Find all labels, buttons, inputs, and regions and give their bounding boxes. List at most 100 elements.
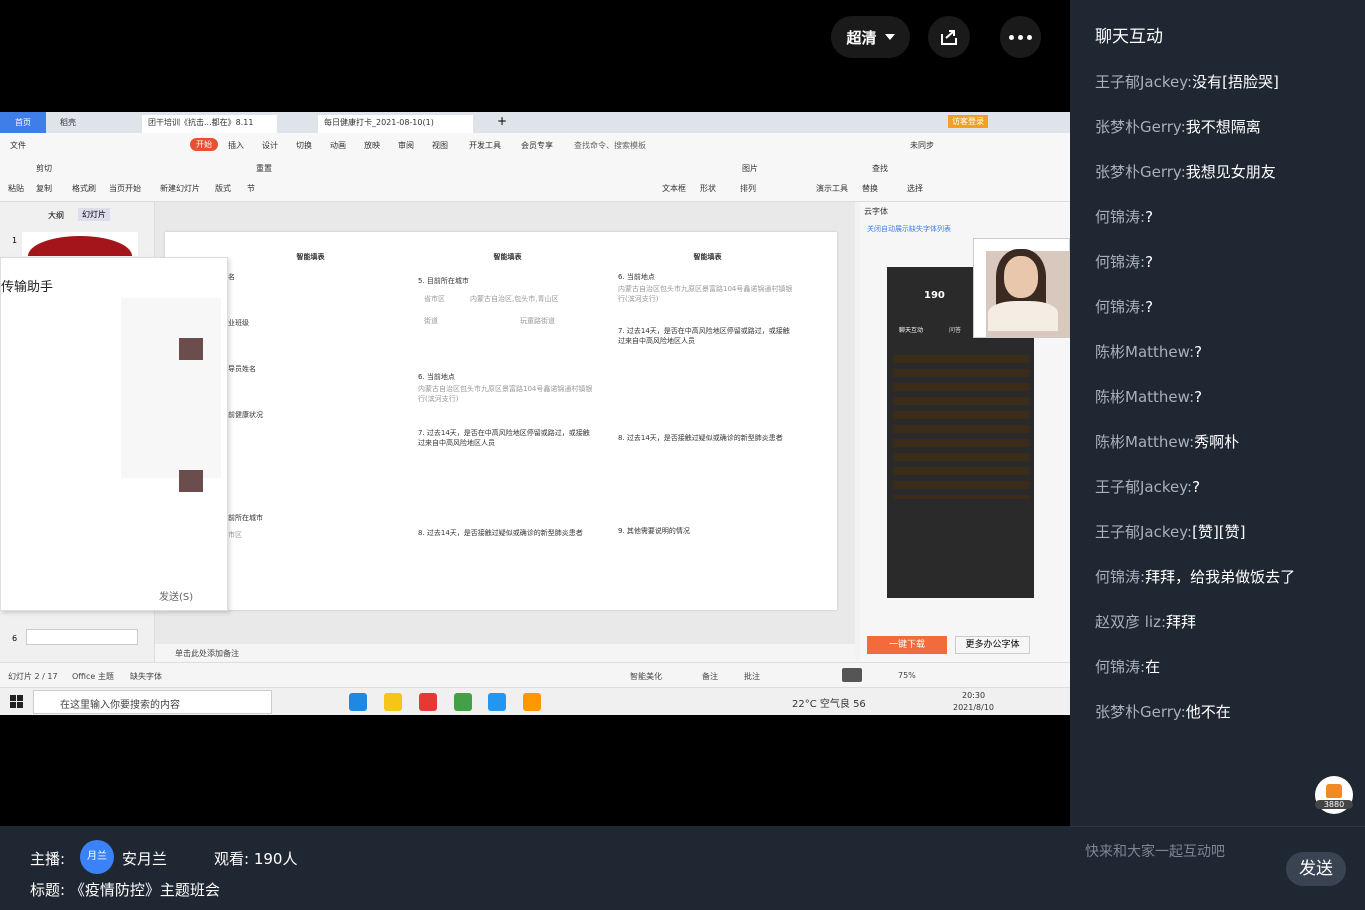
chat-username[interactable]: 何锦涛: xyxy=(1095,298,1145,316)
tool-new-slide[interactable]: 新建幻灯片 xyxy=(160,183,200,194)
tab-slides[interactable]: 幻灯片 xyxy=(78,208,110,221)
slide-content[interactable]: 智能填表 姓名 专业班级 辅导员姓名 目前健康状况 目前所在城市 省市区 智能填… xyxy=(165,232,837,610)
transfer-assistant-window[interactable]: 传输助手 发送(S) xyxy=(0,257,228,611)
chat-username[interactable]: 王子郁Jackey: xyxy=(1095,523,1192,541)
chat-username[interactable]: 何锦涛: xyxy=(1095,658,1145,676)
menu-start[interactable]: 开始 xyxy=(190,138,218,151)
live-count: 190 xyxy=(924,290,945,301)
smart-beautify[interactable]: 智能美化 xyxy=(630,671,662,682)
webcam-overlay xyxy=(973,238,1070,338)
comments-toggle[interactable]: 批注 xyxy=(744,671,760,682)
chat-username[interactable]: 何锦涛: xyxy=(1095,568,1145,586)
login-badge[interactable]: 访客登录 xyxy=(948,115,988,128)
tool-presentation[interactable]: 演示工具 xyxy=(816,183,848,194)
chat-message: 张梦朴Gerry:他不在 xyxy=(1095,702,1360,747)
live-tab-chat[interactable]: 聊天互动 xyxy=(899,325,923,334)
menu-view[interactable]: 视图 xyxy=(432,140,448,151)
slide-thumb-6[interactable] xyxy=(26,629,138,645)
slide-thumb-1[interactable] xyxy=(22,232,138,256)
add-tab-icon[interactable]: + xyxy=(497,114,507,128)
quality-button[interactable]: 超清 xyxy=(831,16,910,58)
chat-username[interactable]: 赵双彦 liz: xyxy=(1095,613,1166,631)
zoom-level[interactable]: 75% xyxy=(898,671,916,680)
chat-message: 张梦朴Gerry:我想见女朋友 xyxy=(1095,162,1360,207)
wps-icon[interactable] xyxy=(419,693,437,711)
video-player[interactable]: 超清 首页 稻壳 团干培训《抗击...都在》8.11 每日健康打卡_2021-0… xyxy=(0,0,1070,826)
chat-username[interactable]: 张梦朴Gerry: xyxy=(1095,703,1186,721)
tool-picture[interactable]: 图片 xyxy=(742,163,758,174)
more-icon xyxy=(1009,34,1032,40)
chat-message: 何锦涛:? xyxy=(1095,252,1360,297)
tab-ppt[interactable]: 团干培训《抗击...都在》8.11 xyxy=(142,115,277,133)
form-field: 目前健康状况 xyxy=(221,411,263,419)
live-tab-qa[interactable]: 问答 xyxy=(949,325,961,334)
download-button[interactable]: 一键下载 xyxy=(867,636,947,654)
chat-username[interactable]: 张梦朴Gerry: xyxy=(1095,163,1186,181)
share-button[interactable] xyxy=(928,16,970,58)
tool-arrange[interactable]: 排列 xyxy=(740,183,756,194)
send-button[interactable]: 发送 xyxy=(1286,852,1346,886)
menu-animation[interactable]: 动画 xyxy=(330,140,346,151)
app-icon[interactable] xyxy=(523,693,541,711)
form-question: 5. 目前所在城市 xyxy=(418,277,469,285)
wechat-icon[interactable] xyxy=(454,693,472,711)
chat-message: 何锦涛:? xyxy=(1095,207,1360,252)
send-button[interactable]: 发送(S) xyxy=(159,588,193,603)
menu-review[interactable]: 审阅 xyxy=(398,140,414,151)
tool-replace[interactable]: 替换 xyxy=(862,183,878,194)
tool-reset[interactable]: 重置 xyxy=(256,163,272,174)
menu-insert[interactable]: 插入 xyxy=(228,140,244,151)
chat-text: 我想见女朋友 xyxy=(1185,163,1276,181)
chat-username[interactable]: 陈彬Matthew: xyxy=(1095,433,1194,451)
avatar[interactable]: 月兰 xyxy=(80,840,114,874)
windows-icon[interactable] xyxy=(10,695,23,708)
menu-dev[interactable]: 开发工具 xyxy=(469,140,501,151)
form-question: 7. 过去14天，是否在中高风险地区停留或路过，或接触过来自中高风险地区人员 xyxy=(618,327,790,345)
close-font-list-link[interactable]: 关闭自动展示缺失字体列表 xyxy=(867,224,951,234)
tool-paste[interactable]: 粘贴 xyxy=(8,183,24,194)
chat-username[interactable]: 何锦涛: xyxy=(1095,208,1145,226)
tool-shape[interactable]: 形状 xyxy=(700,183,716,194)
tool-select[interactable]: 选择 xyxy=(907,183,923,194)
menu-sync[interactable]: 未同步 xyxy=(910,140,934,151)
missing-font[interactable]: 缺失字体 xyxy=(130,671,162,682)
more-button[interactable] xyxy=(1000,16,1041,58)
notes-toggle[interactable]: 备注 xyxy=(702,671,718,682)
chat-username[interactable]: 陈彬Matthew: xyxy=(1095,388,1194,406)
tab-docer[interactable]: 稻壳 xyxy=(54,115,134,133)
notes-bar[interactable]: 单击此处添加备注 xyxy=(155,644,855,662)
tool-copy[interactable]: 复制 xyxy=(36,183,52,194)
menu-design[interactable]: 设计 xyxy=(262,140,278,151)
taskbar-search[interactable]: 在这里输入你要搜索的内容 xyxy=(33,690,272,714)
menu-play[interactable]: 放映 xyxy=(364,140,380,151)
form-question: 6. 当前地点 xyxy=(418,373,455,381)
folder-icon[interactable] xyxy=(384,693,402,711)
chat-input[interactable]: 快来和大家一起互动吧 xyxy=(1085,841,1225,861)
tab-health[interactable]: 每日健康打卡_2021-08-10(1) xyxy=(318,115,473,133)
chat-username[interactable]: 张梦朴Gerry: xyxy=(1095,118,1186,136)
tool-play-current[interactable]: 当页开始 xyxy=(109,183,141,194)
app-icon[interactable] xyxy=(349,693,367,711)
tool-textbox[interactable]: 文本框 xyxy=(662,183,686,194)
menu-search[interactable]: 查找命令、搜索模板 xyxy=(574,140,646,151)
tool-section[interactable]: 节 xyxy=(247,183,255,194)
chat-username[interactable]: 王子郁Jackey: xyxy=(1095,478,1192,496)
wps-toolbar: 粘贴 剪切 复制 格式刷 当页开始 新建幻灯片 版式 节 重置 文本框 形状 排… xyxy=(0,157,1070,202)
like-button[interactable]: 3880 xyxy=(1315,776,1353,814)
feishu-icon[interactable] xyxy=(488,693,506,711)
tool-find[interactable]: 查找 xyxy=(872,163,888,174)
tab-home[interactable]: 首页 xyxy=(0,112,46,133)
menu-switch[interactable]: 切换 xyxy=(296,140,312,151)
tool-format-painter[interactable]: 格式刷 xyxy=(72,183,96,194)
more-fonts-button[interactable]: 更多办公字体 xyxy=(955,636,1030,654)
tool-cut[interactable]: 剪切 xyxy=(36,163,52,174)
chat-username[interactable]: 陈彬Matthew: xyxy=(1095,343,1194,361)
menu-vip[interactable]: 会员专享 xyxy=(521,140,553,151)
play-icon[interactable] xyxy=(842,668,862,682)
tool-layout[interactable]: 版式 xyxy=(215,183,231,194)
menu-file[interactable]: 文件 xyxy=(10,140,26,151)
chat-username[interactable]: 何锦涛: xyxy=(1095,253,1145,271)
chat-username[interactable]: 王子郁Jackey: xyxy=(1095,73,1192,91)
tab-outline[interactable]: 大纲 xyxy=(48,210,64,221)
form-title: 智能填表 xyxy=(693,253,722,261)
